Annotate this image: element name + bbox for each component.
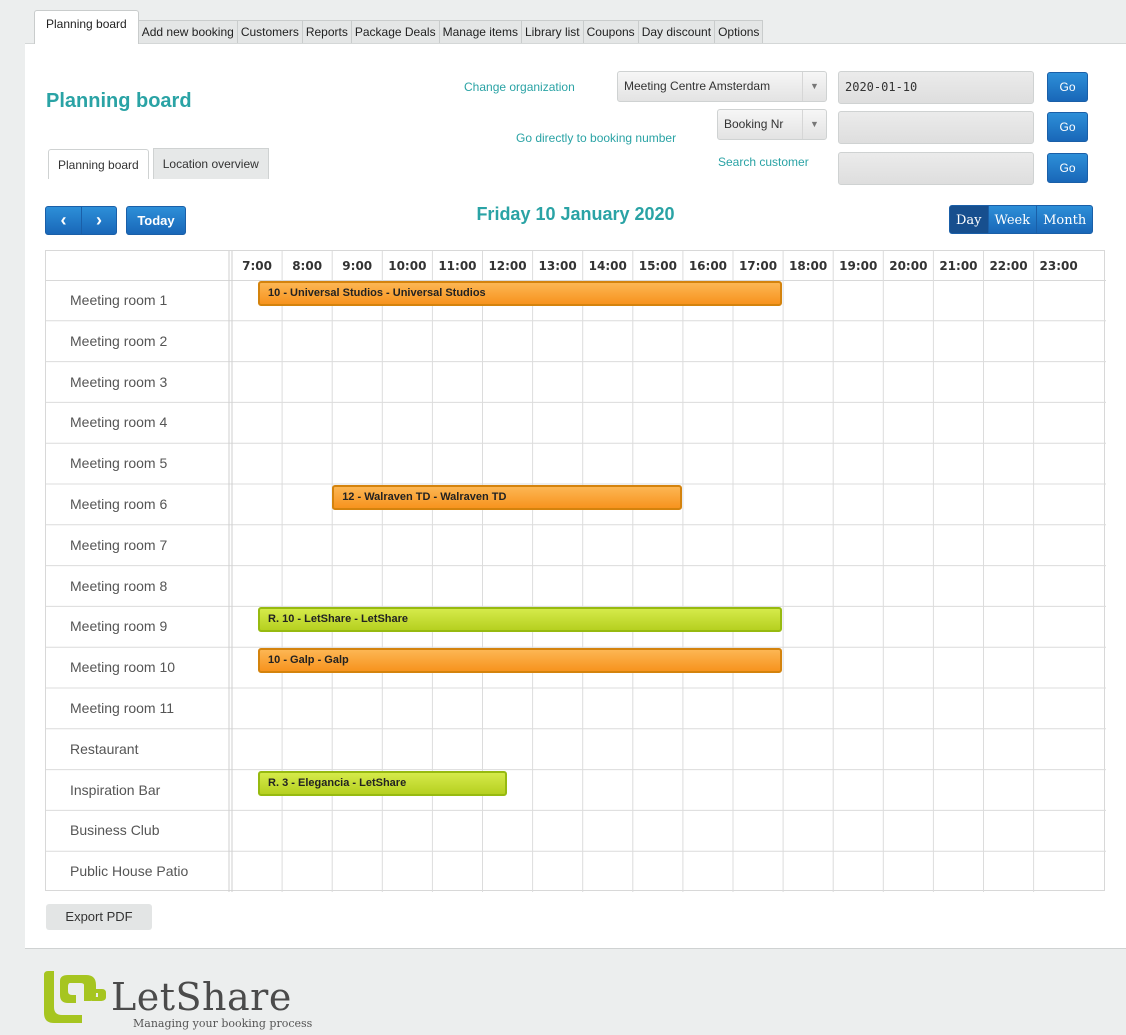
hour-header: 11:00	[438, 259, 477, 273]
hour-header: 21:00	[939, 259, 978, 273]
tab-customers[interactable]: Customers	[236, 20, 303, 44]
booking-block[interactable]: R. 10 - LetShare - LetShare	[258, 607, 783, 633]
room-label: Meeting room 11	[70, 700, 175, 716]
logo-wordmark: LetShare	[111, 975, 292, 1019]
hour-header: 20:00	[889, 259, 928, 273]
hour-header: 18:00	[789, 259, 828, 273]
export-pdf-button[interactable]: Export PDF	[46, 904, 152, 930]
search-customer-link[interactable]: Search customer	[718, 155, 809, 169]
room-label: Inspiration Bar	[70, 781, 161, 798]
search-customer-input[interactable]	[838, 152, 1034, 185]
room-label: Restaurant	[70, 740, 139, 757]
view-toggle: Day Week Month	[949, 205, 1094, 234]
booking-type-select[interactable]: Booking Nr ▼	[717, 109, 827, 140]
tab-day-discount[interactable]: Day discount	[637, 20, 716, 44]
logo-tagline: Managing your booking process	[133, 1017, 313, 1030]
top-tab-bar: Planning board Add new booking Customers…	[34, 10, 764, 44]
page-title: Planning board	[46, 90, 192, 112]
view-month-button[interactable]: Month	[1036, 205, 1094, 234]
room-label: Business Club	[70, 822, 160, 839]
tab-manage-items[interactable]: Manage items	[438, 20, 522, 44]
sub-tab-bar: Planning board Location overview	[48, 148, 273, 179]
room-label: Meeting room 3	[70, 373, 168, 390]
tab-add-new-booking[interactable]: Add new booking	[137, 20, 238, 44]
change-organization-link[interactable]: Change organization	[464, 80, 575, 94]
organization-select-value: Meeting Centre Amsterdam	[624, 79, 771, 93]
hour-header: 17:00	[738, 259, 778, 273]
room-label: Meeting room 4	[70, 414, 168, 431]
hour-header: 10:00	[388, 259, 427, 273]
room-label: Meeting room 10	[70, 659, 176, 676]
hour-header: 22:00	[989, 259, 1028, 273]
hour-header: 23:00	[1039, 259, 1078, 273]
hour-header: 14:00	[588, 259, 627, 273]
booking-number-input[interactable]	[838, 111, 1034, 144]
chevron-down-icon: ▼	[802, 72, 826, 101]
go-date-button[interactable]: Go	[1047, 72, 1088, 102]
main-panel: Planning board Planning board Location o…	[25, 43, 1126, 949]
booking-number-label: Go directly to booking number	[516, 131, 677, 145]
tab-planning-board[interactable]: Planning board	[34, 10, 139, 44]
room-label: Meeting room 6	[70, 496, 168, 512]
hour-header: 13:00	[538, 259, 577, 273]
tab-coupons[interactable]: Coupons	[582, 20, 639, 44]
room-label: Meeting room 5	[70, 455, 168, 472]
booking-block[interactable]: 10 - Universal Studios - Universal Studi…	[258, 281, 783, 306]
hour-header: 9:00	[342, 259, 373, 273]
booking-block[interactable]: 10 - Galp - Galp	[258, 648, 783, 674]
tab-library-list[interactable]: Library list	[520, 20, 584, 44]
subtab-planning-board[interactable]: Planning board	[48, 149, 149, 179]
tab-reports[interactable]: Reports	[301, 20, 352, 44]
subtab-location-overview[interactable]: Location overview	[152, 148, 269, 179]
hour-header: 7:00	[242, 259, 272, 273]
tab-package-deals[interactable]: Package Deals	[350, 20, 440, 44]
go-search-button[interactable]: Go	[1047, 153, 1088, 183]
booking-block[interactable]: R. 3 - Elegancia - LetShare	[258, 770, 507, 796]
room-label: Meeting room 7	[70, 536, 168, 553]
letshare-logo-icon	[44, 971, 106, 1023]
go-booking-button[interactable]: Go	[1047, 112, 1088, 142]
planning-grid: 7:00 8:00 9:00 10:00 11:00 12:00 13:00 14:00 15:…	[45, 250, 1106, 892]
view-day-button[interactable]: Day	[949, 205, 989, 234]
booking-block[interactable]: 12 - Walraven TD - Walraven TD	[332, 485, 682, 510]
date-input[interactable]: 2020-01-10	[838, 71, 1034, 104]
room-label: Meeting room 2	[70, 332, 168, 349]
booking-type-value: Booking Nr	[724, 117, 784, 131]
room-label: Meeting room 1	[70, 292, 168, 308]
organization-select[interactable]: Meeting Centre Amsterdam ▼	[617, 71, 827, 102]
room-label: Public House Patio	[70, 863, 189, 880]
hour-header: 16:00	[688, 259, 728, 273]
hour-header: 8:00	[292, 259, 323, 273]
chevron-down-icon: ▼	[802, 110, 826, 139]
view-week-button[interactable]: Week	[987, 205, 1038, 234]
tab-options[interactable]: Options	[714, 20, 764, 44]
hour-header: 12:00	[488, 259, 527, 273]
grid-lines	[46, 251, 1106, 892]
hour-header: 15:00	[638, 259, 677, 273]
room-label: Meeting room 9	[70, 618, 168, 635]
room-label: Meeting room 8	[70, 577, 168, 594]
hour-header: 19:00	[839, 259, 878, 273]
